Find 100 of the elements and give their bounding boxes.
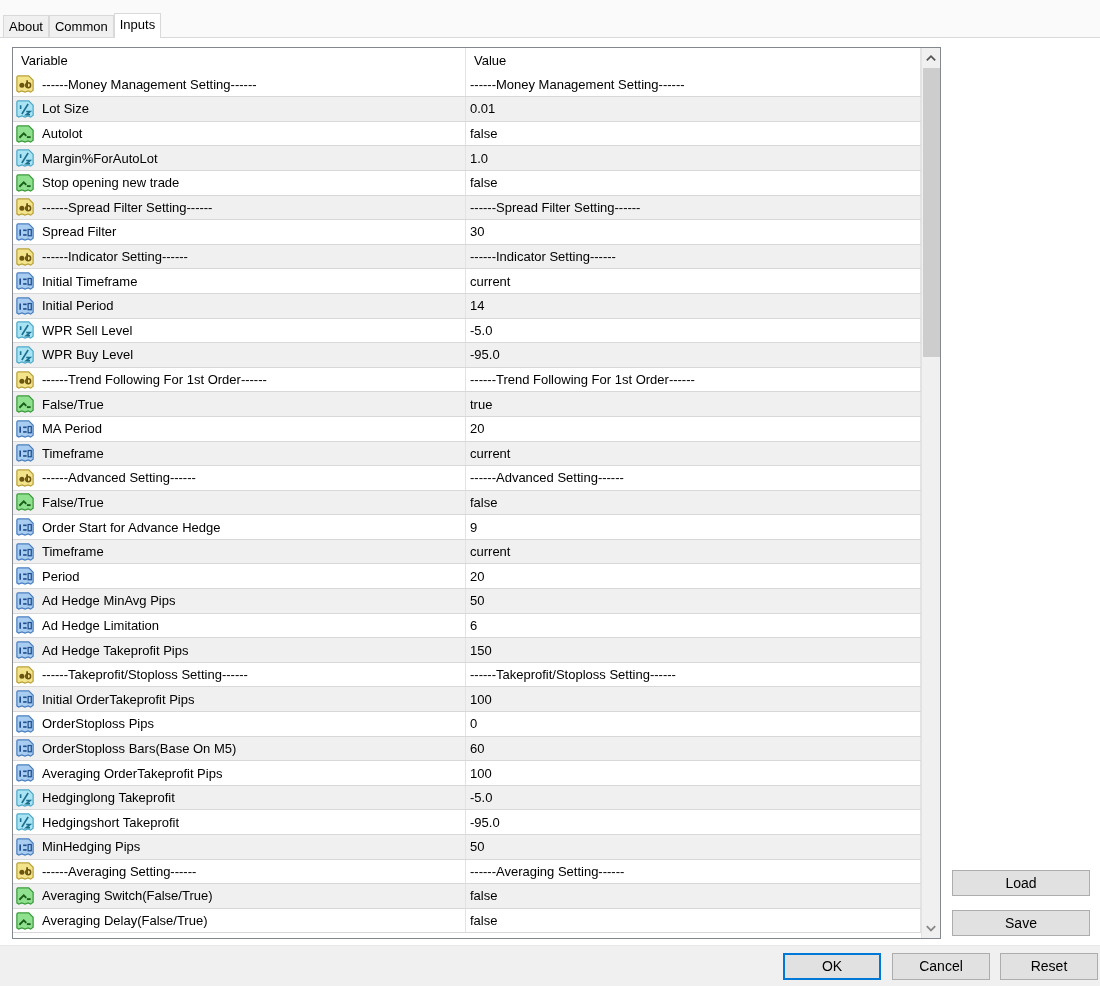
dialog-button[interactable]: Cancel bbox=[892, 952, 990, 980]
variable-value[interactable]: ------Trend Following For 1st Order------ bbox=[470, 372, 695, 387]
variable-name: False/True bbox=[42, 396, 104, 412]
text-type-icon bbox=[15, 861, 35, 882]
toggle-type-icon bbox=[15, 492, 35, 513]
text-type-icon bbox=[15, 197, 35, 218]
variable-name: Ad Hedge Takeprofit Pips bbox=[42, 642, 189, 658]
decimal-type-icon bbox=[15, 344, 35, 365]
tab[interactable]: Inputs bbox=[113, 13, 162, 38]
toggle-type-icon bbox=[15, 394, 35, 415]
tab[interactable]: About bbox=[3, 15, 49, 37]
number-type-icon bbox=[15, 443, 35, 464]
variable-value[interactable]: 100 bbox=[470, 765, 492, 781]
variable-name: Timeframe bbox=[42, 544, 104, 560]
toggle-type-icon bbox=[15, 123, 35, 144]
variable-name: ------Averaging Setting------ bbox=[42, 863, 197, 879]
variable-value[interactable]: -5.0 bbox=[470, 322, 493, 338]
scrollbar[interactable] bbox=[921, 48, 940, 938]
variable-name: Period bbox=[42, 568, 80, 584]
number-type-icon bbox=[15, 763, 35, 783]
dialog-button[interactable]: Reset bbox=[1000, 952, 1098, 980]
variable-value[interactable]: 30 bbox=[470, 224, 485, 240]
variable-name: Ad Hedge MinAvg Pips bbox=[42, 593, 176, 609]
tab[interactable]: Common bbox=[49, 15, 114, 37]
variable-value[interactable]: false bbox=[470, 913, 498, 929]
decimal-type-icon bbox=[15, 99, 35, 119]
variable-name: ------Advanced Setting------ bbox=[42, 470, 196, 486]
variable-value[interactable]: 50 bbox=[470, 839, 485, 855]
variable-name: WPR Sell Level bbox=[42, 322, 133, 338]
decimal-type-icon bbox=[15, 320, 35, 341]
variable-value[interactable]: ------Spread Filter Setting------ bbox=[470, 199, 641, 215]
variable-value[interactable]: 20 bbox=[470, 568, 485, 584]
variable-value[interactable]: ------Takeprofit/Stoploss Setting------ bbox=[470, 667, 676, 683]
variable-value[interactable]: 14 bbox=[470, 298, 485, 314]
variable-value[interactable]: 150 bbox=[470, 642, 492, 658]
load-button[interactable]: Load bbox=[952, 870, 1090, 896]
scroll-up-icon[interactable] bbox=[925, 52, 937, 64]
variable-name: MinHedging Pips bbox=[42, 839, 141, 855]
variable-name: Averaging Delay(False/True) bbox=[42, 913, 208, 929]
text-type-icon bbox=[15, 369, 35, 390]
variable-name: Averaging OrderTakeprofit Pips bbox=[42, 765, 223, 781]
variable-name: Spread Filter bbox=[42, 224, 117, 240]
variable-value[interactable]: true bbox=[470, 396, 493, 412]
text-type-icon bbox=[15, 664, 35, 685]
variable-name: Order Start for Advance Hedge bbox=[42, 519, 221, 535]
variable-value[interactable]: ------Averaging Setting------ bbox=[470, 863, 625, 879]
variable-value[interactable]: false bbox=[470, 175, 498, 191]
text-type-icon bbox=[15, 74, 35, 95]
variable-value[interactable]: ------Advanced Setting------ bbox=[470, 470, 624, 486]
variable-value[interactable]: 6 bbox=[470, 617, 478, 633]
number-type-icon bbox=[15, 689, 35, 710]
variable-name: ------Spread Filter Setting------ bbox=[42, 199, 213, 215]
number-type-icon bbox=[15, 221, 35, 242]
variable-value[interactable]: 9 bbox=[470, 519, 478, 535]
variable-value[interactable]: false bbox=[470, 495, 498, 510]
variable-value[interactable]: 1.0 bbox=[470, 150, 489, 166]
variable-name: ------Takeprofit/Stoploss Setting------ bbox=[42, 667, 248, 683]
variable-name: Averaging Switch(False/True) bbox=[42, 888, 213, 904]
variable-value[interactable]: -95.0 bbox=[470, 814, 500, 830]
number-type-icon bbox=[15, 418, 35, 439]
variable-value[interactable]: 0.01 bbox=[470, 101, 496, 117]
variable-value[interactable]: -5.0 bbox=[470, 790, 493, 806]
number-type-icon bbox=[15, 295, 35, 316]
variable-name: ------Money Management Setting------ bbox=[42, 76, 257, 92]
variable-value[interactable]: ------Money Management Setting------ bbox=[470, 76, 685, 92]
column-header[interactable]: Variable bbox=[13, 48, 466, 73]
number-type-icon bbox=[15, 541, 35, 562]
variable-value[interactable]: 20 bbox=[470, 421, 485, 437]
decimal-type-icon bbox=[15, 148, 35, 169]
variable-name: Hedginglong Takeprofit bbox=[42, 790, 175, 806]
number-type-icon bbox=[15, 713, 35, 734]
variable-value[interactable]: 60 bbox=[470, 740, 485, 756]
save-button[interactable]: Save bbox=[952, 910, 1090, 936]
variable-value[interactable]: ------Indicator Setting------ bbox=[470, 249, 616, 265]
variable-name: Hedgingshort Takeprofit bbox=[42, 814, 180, 830]
variable-name: Initial OrderTakeprofit Pips bbox=[42, 691, 195, 707]
variable-value[interactable]: false bbox=[470, 888, 498, 904]
variable-value[interactable]: 100 bbox=[470, 691, 492, 707]
variable-name: OrderStoploss Pips bbox=[42, 716, 154, 732]
variable-value[interactable]: current bbox=[470, 445, 511, 461]
variable-value[interactable]: 50 bbox=[470, 593, 485, 609]
text-type-icon bbox=[15, 246, 35, 267]
number-type-icon bbox=[15, 836, 35, 857]
number-type-icon bbox=[15, 615, 35, 636]
variable-value[interactable]: 0 bbox=[470, 716, 478, 732]
toggle-type-icon bbox=[15, 910, 35, 931]
variable-value[interactable]: -95.0 bbox=[470, 347, 500, 363]
dialog-button[interactable]: OK bbox=[783, 952, 881, 980]
toggle-type-icon bbox=[15, 886, 35, 906]
decimal-type-icon bbox=[15, 812, 35, 833]
variable-value[interactable]: false bbox=[470, 126, 498, 142]
variable-name: ------Trend Following For 1st Order------ bbox=[42, 372, 267, 387]
variable-name: Margin%ForAutoLot bbox=[42, 150, 158, 166]
variable-name: OrderStoploss Bars(Base On M5) bbox=[42, 740, 237, 756]
decimal-type-icon bbox=[15, 787, 35, 808]
variable-value[interactable]: current bbox=[470, 273, 511, 289]
variable-value[interactable]: current bbox=[470, 544, 511, 560]
variable-name: Autolot bbox=[42, 126, 83, 142]
variable-name: False/True bbox=[42, 495, 104, 510]
variable-name: WPR Buy Level bbox=[42, 347, 134, 363]
